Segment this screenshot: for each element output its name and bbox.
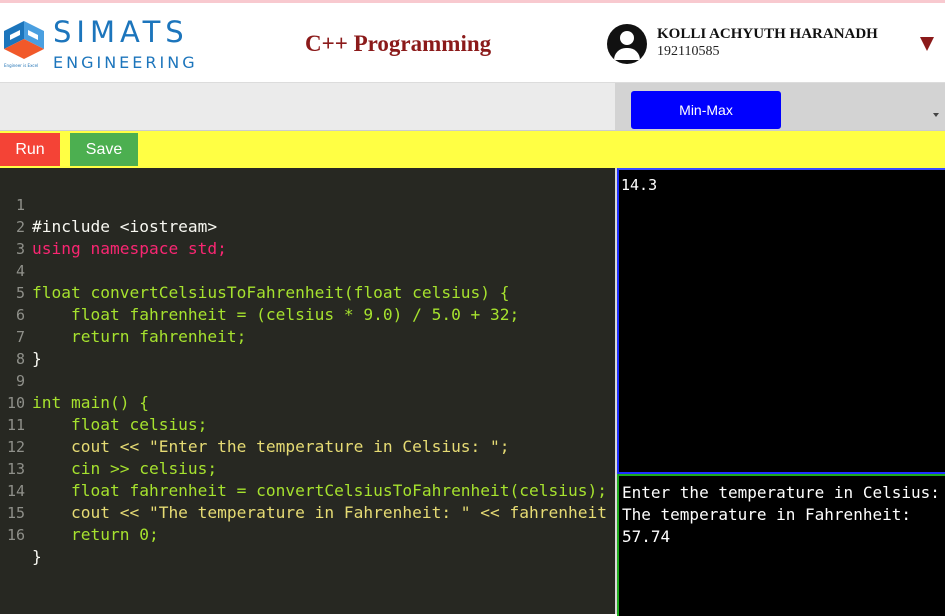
user-avatar-icon[interactable] [607, 24, 647, 64]
logo-wordmark: SIMATS [53, 15, 189, 49]
stdout-output-pane: Enter the temperature in Celsius: The te… [617, 474, 945, 616]
save-button[interactable]: Save [70, 133, 138, 166]
code-text: } [32, 547, 42, 566]
code-line: 3 [0, 216, 39, 258]
user-name: KOLLI ACHYUTH HARANADH [657, 26, 878, 42]
code-line: 15 return 0; [0, 480, 159, 544]
user-menu-caret-icon[interactable] [920, 37, 934, 51]
code-line: 11 cout << "Enter the temperature in Cel… [0, 392, 510, 456]
problem-list-panel: Min-Max [615, 83, 945, 130]
code-line: 8 [0, 326, 39, 368]
avatar-head [620, 31, 634, 45]
code-line: 10 float celsius; [0, 370, 208, 434]
line-number: 16 [6, 526, 25, 544]
code-text: cout << "The temperature in Fahrenheit: … [70, 503, 607, 522]
stdin-input-value[interactable]: 14.3 [619, 170, 945, 200]
code-text: return fahrenheit; [32, 327, 247, 346]
code-text: #include <iostream> [32, 217, 218, 236]
code-text: cout << "Enter the temperature in Celsiu… [32, 437, 510, 456]
logo-tagline: Engineer is Excel [4, 63, 39, 68]
action-bar: Run Save [0, 130, 945, 168]
code-line: 7 } [0, 304, 42, 368]
code-text: float fahrenheit = convertCelsiusToFahre… [32, 481, 607, 500]
avatar-body [614, 48, 640, 60]
code-editor[interactable]: 1 #include <iostream> 2 using namespace … [0, 168, 615, 614]
user-id: 192110585 [657, 44, 720, 59]
code-line: 1 #include <iostream> [0, 172, 217, 236]
run-button[interactable]: Run [0, 133, 60, 166]
code-line: 16 } [0, 502, 42, 566]
stdin-input-pane[interactable]: 14.3 [617, 168, 945, 474]
code-line: 14 cout << "The temperature in Fahrenhei… [0, 458, 607, 522]
page-title: C++ Programming [305, 31, 492, 56]
code-line: 6 return fahrenheit; [0, 282, 246, 346]
code-text: float convertCelsiusToFahrenheit(float c… [32, 283, 510, 302]
code-text: float fahrenheit = (celsius * 9.0) / 5.0… [32, 305, 520, 324]
code-line: 12 cin >> celsius; [0, 414, 217, 478]
code-text: return 0; [32, 525, 159, 544]
logo-subtitle: ENGINEERING [53, 53, 198, 72]
code-line: 5 float fahrenheit = (celsius * 9.0) / 5… [0, 260, 519, 324]
scroll-down-arrow-icon[interactable] [933, 113, 939, 117]
problem-toolbar: Min-Max [0, 83, 945, 130]
code-text: using namespace std; [32, 239, 227, 258]
code-line: 2 using namespace std; [0, 194, 227, 258]
code-text: int main() { [32, 393, 149, 412]
code-line: 4 float convertCelsiusToFahrenheit(float… [0, 238, 510, 302]
program-output-text: Enter the temperature in Celsius: The te… [622, 483, 940, 546]
app-header: Engineer is Excel SIMATS ENGINEERING C++… [0, 3, 945, 83]
code-text: float celsius; [32, 415, 208, 434]
code-text: cin >> celsius; [32, 459, 218, 478]
simats-logo-icon [4, 21, 44, 59]
code-line: 13 float fahrenheit = convertCelsiusToFa… [0, 436, 607, 500]
problem-minmax-button[interactable]: Min-Max [631, 91, 781, 129]
code-line: 9 int main() { [0, 348, 149, 412]
